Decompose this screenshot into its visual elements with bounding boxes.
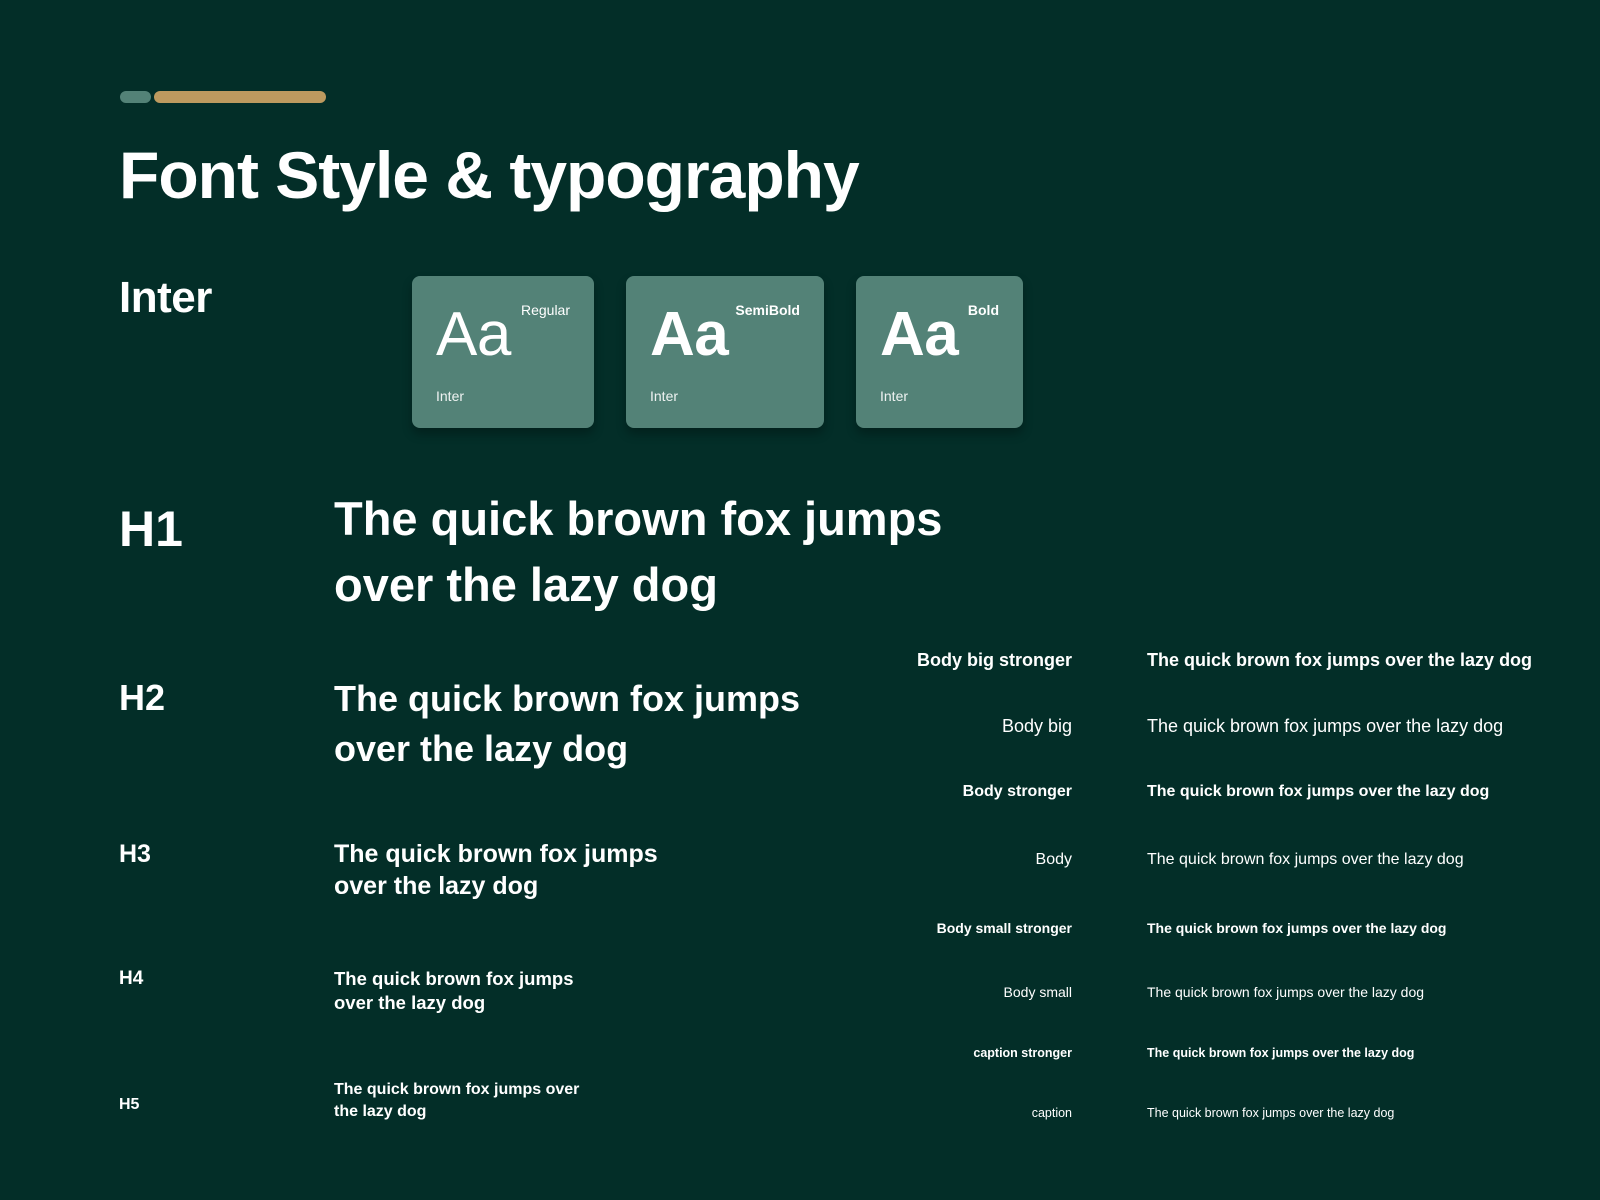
card-weight-label: SemiBold <box>735 302 800 318</box>
body-style-label: Body <box>1035 851 1072 868</box>
card-family-label: Inter <box>436 388 465 404</box>
weight-card-bold: Aa Bold Inter <box>856 276 1023 428</box>
body-style-sample: The quick brown fox jumps over the lazy … <box>1147 984 1425 1000</box>
card-sample: Aa <box>880 300 959 369</box>
specimen-line: The quick brown fox jumps <box>334 492 943 545</box>
body-style-label: caption <box>1031 1106 1072 1120</box>
heading-specimen-h2: The quick brown fox jumps over the lazy … <box>334 674 800 774</box>
heading-specimen-h1: The quick brown fox jumps over the lazy … <box>334 486 942 618</box>
body-style-sample: The quick brown fox jumps over the lazy … <box>1147 783 1490 800</box>
body-style-sample: The quick brown fox jumps over the lazy … <box>1147 920 1447 936</box>
body-style-sample: The quick brown fox jumps over the lazy … <box>1147 1106 1395 1120</box>
heading-level-h5: H5 <box>119 1096 140 1113</box>
body-style-label: Body stronger <box>962 783 1072 800</box>
font-family-name: Inter <box>119 273 212 322</box>
body-style-label: Body small <box>1003 984 1072 1000</box>
body-style-label: Body big <box>1001 716 1072 736</box>
heading-level-h2: H2 <box>119 677 166 718</box>
specimen-line: The quick brown fox jumps <box>334 840 658 868</box>
heading-level-h1: H1 <box>119 501 183 557</box>
weight-card-semibold: Aa SemiBold Inter <box>626 276 824 428</box>
body-style-sample: The quick brown fox jumps over the lazy … <box>1147 851 1464 868</box>
specimen-line: The quick brown fox jumps over <box>334 1081 580 1098</box>
specimen-line: The quick brown fox jumps <box>334 968 574 989</box>
card-weight-label: Bold <box>967 302 999 318</box>
page-title: Font Style & typography <box>119 138 860 212</box>
body-style-sample: The quick brown fox jumps over the lazy … <box>1147 1046 1415 1060</box>
card-family-label: Inter <box>650 388 679 404</box>
card-weight-label: Regular <box>520 302 570 318</box>
card-sample: Aa <box>436 300 511 369</box>
body-style-label: Body small stronger <box>936 920 1072 936</box>
heading-level-h3: H3 <box>119 840 151 868</box>
body-style-sample: The quick brown fox jumps over the lazy … <box>1147 716 1504 736</box>
body-style-label: Body big stronger <box>916 650 1072 670</box>
heading-specimen-h3: The quick brown fox jumps over the lazy … <box>334 838 658 902</box>
weight-card-regular: Aa Regular Inter <box>412 276 594 428</box>
specimen-line: over the lazy dog <box>334 992 486 1013</box>
specimen-line: The quick brown fox jumps <box>334 678 801 719</box>
card-sample: Aa <box>650 300 729 369</box>
specimen-line: over the lazy dog <box>334 728 629 769</box>
accent-bar-short <box>120 91 151 103</box>
heading-level-h4: H4 <box>119 968 144 989</box>
specimen-line: over the lazy dog <box>334 558 718 611</box>
heading-specimen-h5: The quick brown fox jumps over the lazy … <box>334 1079 579 1123</box>
body-style-sample: The quick brown fox jumps over the lazy … <box>1147 650 1533 670</box>
accent-bar-long <box>154 91 326 103</box>
card-family-label: Inter <box>880 388 909 404</box>
specimen-line: over the lazy dog <box>334 872 539 900</box>
specimen-line: the lazy dog <box>334 1103 427 1120</box>
heading-specimen-h4: The quick brown fox jumps over the lazy … <box>334 967 574 1015</box>
body-style-label: caption stronger <box>973 1046 1072 1060</box>
